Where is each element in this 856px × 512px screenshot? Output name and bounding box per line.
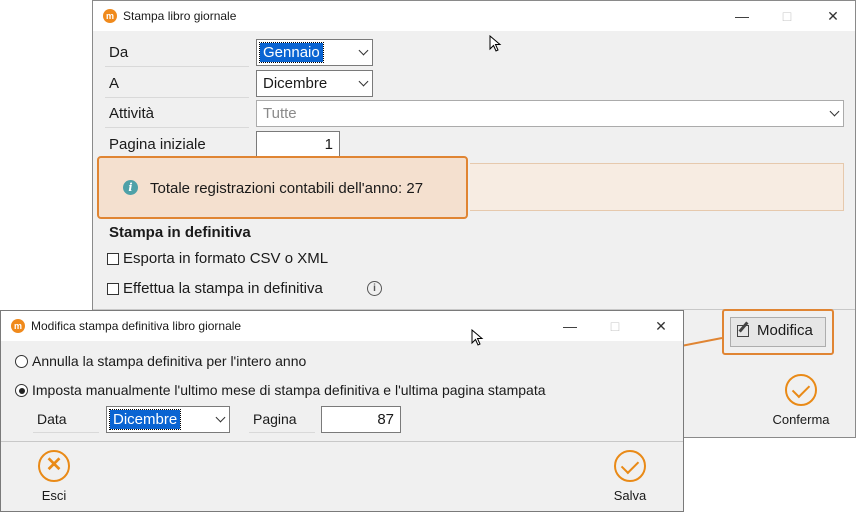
salva-label: Salva [613,488,647,503]
annulla-radio[interactable] [15,355,28,368]
main-window-title: Stampa libro giornale [123,9,237,23]
a-select[interactable]: Dicembre [256,70,373,97]
attivita-select[interactable]: Tutte [256,100,844,127]
annulla-radio-label[interactable]: Annulla la stampa definitiva per l'inter… [32,353,306,369]
da-select[interactable]: Gennaio [256,39,373,66]
conferma-label: Conferma [772,412,830,427]
divider [105,66,249,67]
divider [105,127,249,128]
conferma-button[interactable]: Conferma [765,374,837,427]
divider [33,432,99,433]
da-select-value: Gennaio [259,42,324,63]
dialog-titlebar: m Modifica stampa definitiva libro giorn… [1,311,683,341]
esporta-csv-label[interactable]: Esporta in formato CSV o XML [123,250,328,267]
divider [249,432,315,433]
data-select[interactable]: Dicembre [106,406,230,433]
pagina-iniziale-label: Pagina iniziale [109,136,206,153]
stampa-definitiva-title: Stampa in definitiva [109,224,251,241]
stampa-definitiva-label[interactable]: Effettua la stampa in definitiva [123,280,323,297]
divider [1,441,683,442]
pagina-iniziale-input[interactable]: 1 [256,131,340,158]
info-outline-icon[interactable]: i [367,281,382,296]
maximize-icon[interactable]: □ [772,6,802,26]
info-message-box: i Totale registrazioni contabili dell'an… [97,156,468,219]
maximize-icon[interactable]: □ [600,316,630,336]
dialog-window: m Modifica stampa definitiva libro giorn… [0,310,684,512]
close-circle-icon: ✕ [38,450,70,482]
dialog-title: Modifica stampa definitiva libro giornal… [31,319,242,333]
pagina-label: Pagina [253,411,297,427]
attivita-select-value: Tutte [263,105,297,122]
mouse-cursor-icon [489,35,502,52]
close-icon[interactable]: ✕ [818,6,848,26]
close-icon[interactable]: ✕ [646,316,676,336]
check-circle-icon [785,374,817,406]
esci-label: Esci [41,488,67,503]
edit-icon [737,325,749,337]
imposta-radio[interactable] [15,384,28,397]
app-logo-icon: m [11,319,25,333]
data-select-value: Dicembre [108,409,182,430]
modifica-button[interactable]: Modifica [730,317,826,347]
info-message-text: Totale registrazioni contabili dell'anno… [150,180,424,197]
data-label: Data [37,411,67,427]
mouse-cursor-icon [471,329,484,346]
minimize-icon[interactable]: — [727,6,757,26]
app-logo-icon: m [103,9,117,23]
pagina-input[interactable]: 87 [321,406,401,433]
info-icon: i [123,180,138,195]
a-select-value: Dicembre [263,75,328,92]
imposta-radio-label[interactable]: Imposta manualmente l'ultimo mese di sta… [32,382,546,398]
salva-button[interactable]: Salva [597,450,663,503]
check-circle-icon [614,450,646,482]
chevron-down-icon [358,76,369,87]
chevron-down-icon [829,106,840,117]
esporta-csv-checkbox[interactable] [107,253,119,265]
attivita-label: Attività [109,105,155,122]
modifica-button-label: Modifica [757,322,813,339]
info-strip-background [470,163,844,211]
esci-button[interactable]: ✕ Esci [21,450,87,503]
chevron-down-icon [358,45,369,56]
a-label: A [109,75,120,92]
divider [105,97,249,98]
stampa-definitiva-checkbox[interactable] [107,283,119,295]
main-titlebar: m Stampa libro giornale — □ ✕ [93,1,855,31]
minimize-icon[interactable]: — [555,316,585,336]
da-label: Da [109,44,129,61]
chevron-down-icon [215,412,226,423]
modifica-highlight: Modifica [722,309,834,355]
